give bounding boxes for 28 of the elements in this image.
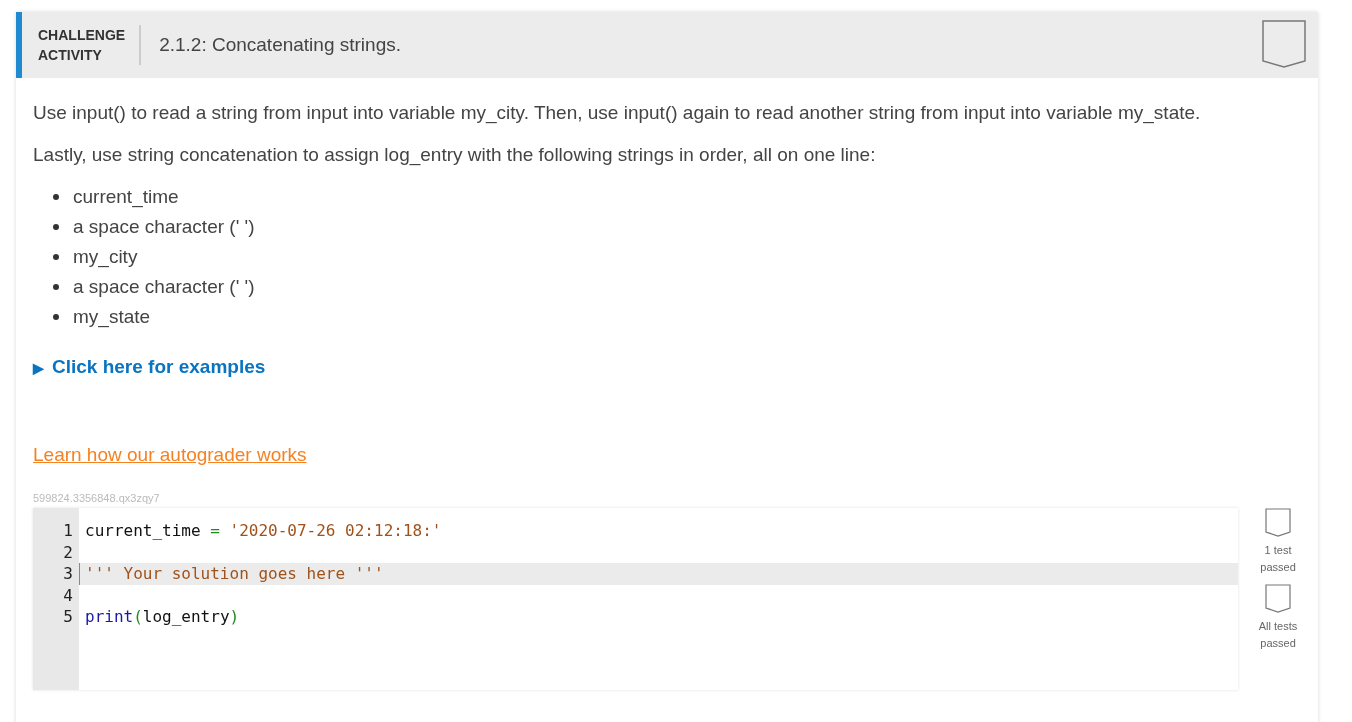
line-number: 3	[62, 563, 74, 585]
list-item-text: a space character (' ')	[73, 215, 255, 239]
examples-toggle[interactable]: ▶ Click here for examples	[33, 356, 266, 378]
list-item-text: my_city	[73, 245, 138, 270]
activity-id: 599824.3356848.qx3zqy7	[33, 492, 161, 504]
line-number: 2	[62, 541, 74, 563]
activity-title: 2.1.2: Concatenating strings.	[159, 34, 402, 56]
activity-type-label: CHALLENGE ACTIVITY	[38, 25, 142, 65]
instruction-text: Use input() to read a string from input into variable my_city. Then, use input() again to read another string from input into variable my_state.	[33, 101, 1202, 126]
code-editor[interactable]: 1 current_time = '2020-07-26 02:12:18:' 2 3 ''' Your solution goes here ''' 4 5 print(log_entry)	[33, 508, 1239, 690]
list-item-text: my_state	[73, 305, 151, 330]
bullet-icon	[53, 284, 59, 290]
test-status-text: All tests passed	[1258, 619, 1298, 651]
autograder-link[interactable]: Learn how our autograder works	[33, 444, 307, 466]
line-number: 5	[62, 606, 74, 628]
instruction-text: Lastly, use string concatenation to assign log_entry with the following strings in order, all on one line:	[33, 143, 877, 168]
bullet-icon	[53, 254, 59, 260]
line-number: 4	[62, 584, 74, 606]
code-line: current_time = '2020-07-26 02:12:18:'	[84, 520, 443, 542]
bullet-icon	[53, 314, 59, 320]
test-status-text: 1 test passed	[1260, 543, 1296, 575]
list-item-text: current_time	[73, 185, 179, 210]
bullet-icon	[53, 224, 59, 230]
line-number: 1	[62, 520, 74, 542]
bullet-icon	[53, 194, 59, 200]
list-item-text: a space character (' ')	[73, 275, 255, 299]
completion-badge-icon	[1262, 20, 1306, 70]
code-line: print(log_entry)	[84, 606, 241, 628]
